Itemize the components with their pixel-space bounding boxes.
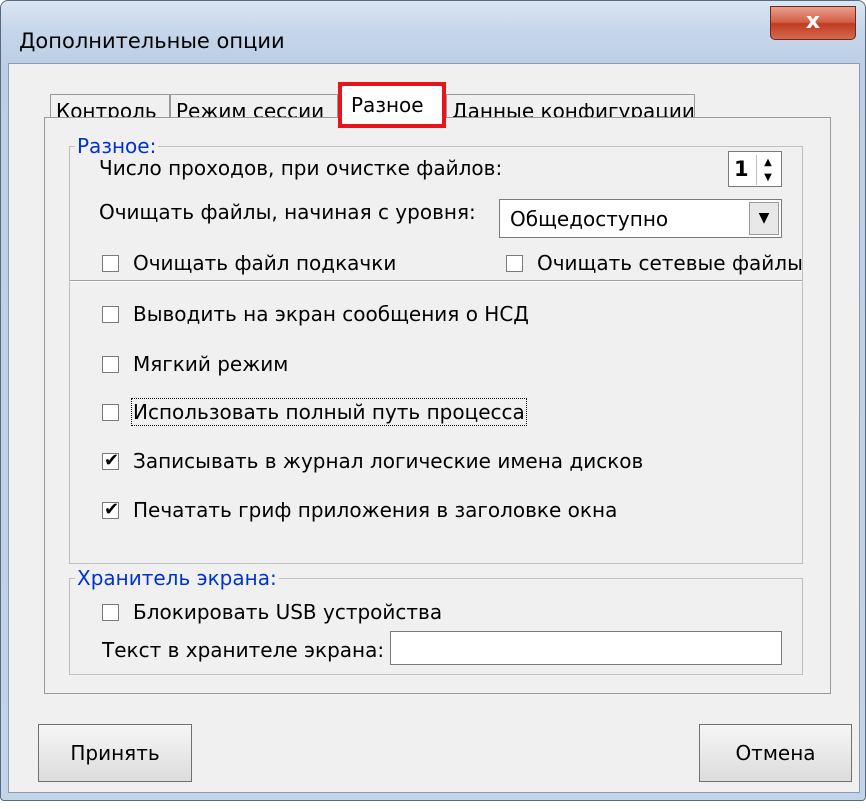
screensaver-text-label: Текст в хранителе экрана: [102,638,385,662]
dialog-client-area: Контроль Режим сессии Разное Данные конф… [8,63,860,793]
checkbox-box[interactable]: ✔ [102,499,119,520]
screensaver-group: Хранитель экрана: Блокировать USB устрой… [69,568,803,675]
checkbox-box[interactable] [102,355,119,373]
option-label: Выводить на экран сообщения о НСД [133,302,529,326]
passes-spinbox[interactable]: 1 ▲ ▼ [728,151,782,187]
close-button[interactable]: x [770,6,856,40]
tab-label: Разное [351,93,424,117]
option-label: Записывать в журнал логические имена дис… [133,449,644,473]
level-value: Общедоступно [510,207,669,231]
checkbox-box[interactable] [102,305,119,323]
screensaver-group-legend: Хранитель экрана: [75,566,279,590]
passes-value: 1 [734,157,749,181]
full-process-path-checkbox[interactable]: Использовать полный путь процесса [102,398,527,426]
close-icon: x [805,9,821,34]
misc-group: Разное: Число проходов, при очистке файл… [69,136,803,564]
show-nsd-messages-checkbox[interactable]: Выводить на экран сообщения о НСД [102,302,529,326]
cancel-button-label: Отмена [735,741,816,765]
tab-misc[interactable]: Разное [338,82,446,128]
screensaver-text-input[interactable] [390,631,782,665]
spin-arrows-icon[interactable]: ▲ ▼ [756,155,779,185]
checkbox-box[interactable] [506,254,523,272]
log-drive-names-checkbox[interactable]: ✔ Записывать в журнал логические имена д… [102,449,643,473]
accept-button[interactable]: Принять [38,724,192,782]
level-label: Очищать файлы, начиная с уровня: [99,200,476,224]
option-label: Печатать гриф приложения в заголовке окн… [133,498,618,522]
clear-swap-checkbox[interactable]: Очищать файл подкачки [102,251,396,275]
checkmark-icon: ✔ [103,498,120,520]
cancel-button[interactable]: Отмена [699,724,852,782]
clear-network-checkbox[interactable]: Очищать сетевые файлы [506,251,803,275]
checkbox-box[interactable] [102,403,119,421]
dialog-window: Дополнительные опции x Контроль Режим се… [0,0,866,801]
spin-up-icon[interactable]: ▲ [757,155,779,170]
print-stamp-in-title-checkbox[interactable]: ✔ Печатать гриф приложения в заголовке о… [102,498,617,522]
spin-down-icon[interactable]: ▼ [757,170,779,185]
option-label: Использовать полный путь процесса [131,398,527,426]
block-usb-checkbox[interactable]: Блокировать USB устройства [102,600,442,624]
tab-page-misc: Разное: Число проходов, при очистке файл… [44,117,831,694]
window-title: Дополнительные опции [19,29,285,53]
clear-swap-label: Очищать файл подкачки [133,251,397,275]
option-label: Мягкий режим [133,352,289,376]
accept-button-label: Принять [70,741,160,765]
block-usb-label: Блокировать USB устройства [133,600,443,624]
checkbox-box[interactable] [102,603,119,621]
chevron-down-icon[interactable]: ▼ [749,202,779,235]
clear-network-label: Очищать сетевые файлы [537,251,803,275]
checkbox-box[interactable]: ✔ [102,450,119,471]
misc-separator [70,280,802,282]
passes-label: Число проходов, при очистке файлов: [99,156,503,180]
level-combobox[interactable]: Общедоступно ▼ [499,199,782,238]
misc-group-legend: Разное: [75,134,159,158]
soft-mode-checkbox[interactable]: Мягкий режим [102,352,288,376]
checkbox-box[interactable] [102,254,119,272]
checkmark-icon: ✔ [103,449,120,471]
